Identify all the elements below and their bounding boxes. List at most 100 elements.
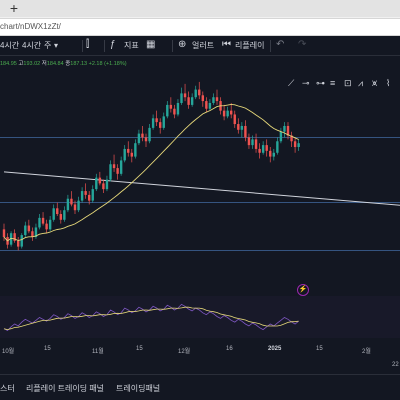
- horizontal-line-icon[interactable]: ⊸: [302, 76, 310, 90]
- path-icon[interactable]: ⩙: [372, 76, 377, 90]
- elliott-icon[interactable]: ⌇: [386, 76, 390, 90]
- trend-line-icon[interactable]: ⟋: [288, 76, 294, 90]
- replay-icon[interactable]: ⏮: [222, 39, 231, 51]
- toolbar-divider: [82, 40, 83, 52]
- candle-body: [20, 235, 23, 247]
- candle-body: [27, 225, 31, 232]
- candle-body: [297, 143, 300, 148]
- candle-body: [137, 133, 141, 144]
- candle-body: [208, 102, 212, 109]
- chevron-down-icon[interactable]: ▾: [54, 40, 58, 52]
- time-axis-label: 16: [226, 346, 233, 352]
- candle-body: [73, 204, 77, 211]
- candle-body: [52, 208, 55, 220]
- candle-body: [127, 148, 130, 153]
- long-position-icon[interactable]: ⊡: [344, 76, 352, 90]
- candle-body: [88, 194, 91, 201]
- candle-style-icon[interactable]: ⫿: [86, 39, 89, 51]
- toolbar-divider: [270, 40, 271, 52]
- candle-body: [56, 208, 59, 215]
- candle-body: [194, 89, 197, 98]
- tab-replay-trading-panel[interactable]: 리플레이 트레이딩 패널: [26, 383, 104, 394]
- candle-body: [258, 148, 261, 153]
- candle-body: [2, 229, 6, 238]
- candle-body: [119, 160, 123, 174]
- replay-button[interactable]: 리플레이: [235, 40, 264, 52]
- candle-body: [247, 137, 251, 146]
- candle-body: [169, 104, 173, 109]
- chart-toolbar: 4시간 4시간 주 ▾ ⫿ ƒ 지표 ▦ ⊕ 얼러트 ⏮ 리플레이 ↶ ↷: [0, 36, 400, 56]
- candle-body: [279, 131, 283, 142]
- alert-button[interactable]: 얼러트: [192, 40, 214, 52]
- candle-body: [190, 97, 194, 105]
- candle-body: [251, 139, 254, 146]
- drawing-toolbar: ⟋ ⊸ ⊶ ≡ ⊡ ⩘ ⩙ ⌇: [288, 76, 400, 90]
- candle-body: [91, 189, 94, 201]
- interval-4h-button[interactable]: 4시간: [22, 40, 41, 52]
- candle-body: [141, 133, 144, 138]
- toolbar-divider: [172, 40, 173, 52]
- time-axis-label: 11월: [92, 349, 104, 355]
- candle-body: [180, 93, 183, 103]
- candle-body: [212, 97, 215, 103]
- candle-body: [66, 198, 70, 211]
- candle-body: [159, 122, 162, 128]
- candle-body: [116, 168, 119, 174]
- zigzag-icon[interactable]: ⩘: [358, 76, 363, 90]
- candle-body: [183, 93, 187, 98]
- moving-average-line: [3, 103, 299, 242]
- ray-icon[interactable]: ⊶: [316, 76, 325, 90]
- candle-body: [17, 240, 20, 247]
- candle-body: [176, 102, 180, 115]
- time-axis-label: 12월: [178, 349, 191, 355]
- candle-body: [148, 127, 151, 142]
- lightning-alert-icon[interactable]: ⚡: [297, 284, 309, 296]
- indicators-button[interactable]: 지표: [124, 40, 139, 52]
- candle-body: [123, 148, 126, 161]
- fib-icon[interactable]: ≡: [330, 76, 335, 90]
- indicators-icon[interactable]: ƒ: [110, 39, 116, 51]
- candle-body: [215, 97, 219, 102]
- candle-body: [77, 200, 80, 211]
- candle-body: [38, 217, 41, 228]
- toolbar-divider: [104, 40, 105, 52]
- candle-body: [276, 141, 279, 153]
- address-bar[interactable]: chart/nDWX1zZt/: [0, 18, 400, 36]
- candle-body: [272, 152, 275, 157]
- new-tab-button[interactable]: +: [6, 1, 22, 16]
- candle-body: [233, 114, 236, 125]
- candle-body: [102, 183, 105, 190]
- time-axis-label: 10월: [2, 349, 15, 355]
- candle-body: [41, 217, 45, 224]
- candle-body: [134, 143, 137, 157]
- candle-body: [84, 191, 87, 195]
- redo-icon[interactable]: ↷: [298, 39, 306, 51]
- candle-body: [45, 223, 48, 230]
- interval-week-button[interactable]: 주: [44, 40, 51, 52]
- time-axis[interactable]: 10월 15 11월 15 12월 16 2025 15 2월 22: [0, 344, 400, 368]
- interval-4h-ko-button[interactable]: 4시간: [0, 40, 19, 52]
- bottom-panel-tabs: 스터 리플레이 트레이딩 패널 트레이딩패널: [0, 374, 400, 400]
- candle-body: [144, 137, 148, 142]
- candle-body: [105, 179, 109, 190]
- time-axis-label: 15: [136, 346, 143, 352]
- tab-trading-panel[interactable]: 트레이딩패널: [116, 383, 160, 394]
- candle-body: [230, 110, 233, 115]
- candle-body: [240, 125, 244, 130]
- candle-body: [48, 219, 52, 230]
- candle-body: [112, 164, 116, 169]
- candle-body: [95, 177, 98, 190]
- candle-body: [269, 150, 272, 157]
- tab-strategy-tester[interactable]: 스터: [0, 383, 15, 394]
- time-axis-label: 2025: [268, 346, 282, 352]
- alert-clock-icon[interactable]: ⊕: [178, 39, 186, 51]
- candle-body: [198, 89, 201, 96]
- undo-icon[interactable]: ↶: [276, 39, 284, 51]
- candle-body: [283, 125, 286, 132]
- candle-body: [70, 198, 73, 205]
- price-chart[interactable]: [0, 60, 400, 368]
- templates-icon[interactable]: ▦: [146, 39, 155, 51]
- time-axis-edge-label: 22: [392, 362, 399, 368]
- time-axis-label: 15: [44, 346, 51, 352]
- candle-body: [265, 145, 268, 151]
